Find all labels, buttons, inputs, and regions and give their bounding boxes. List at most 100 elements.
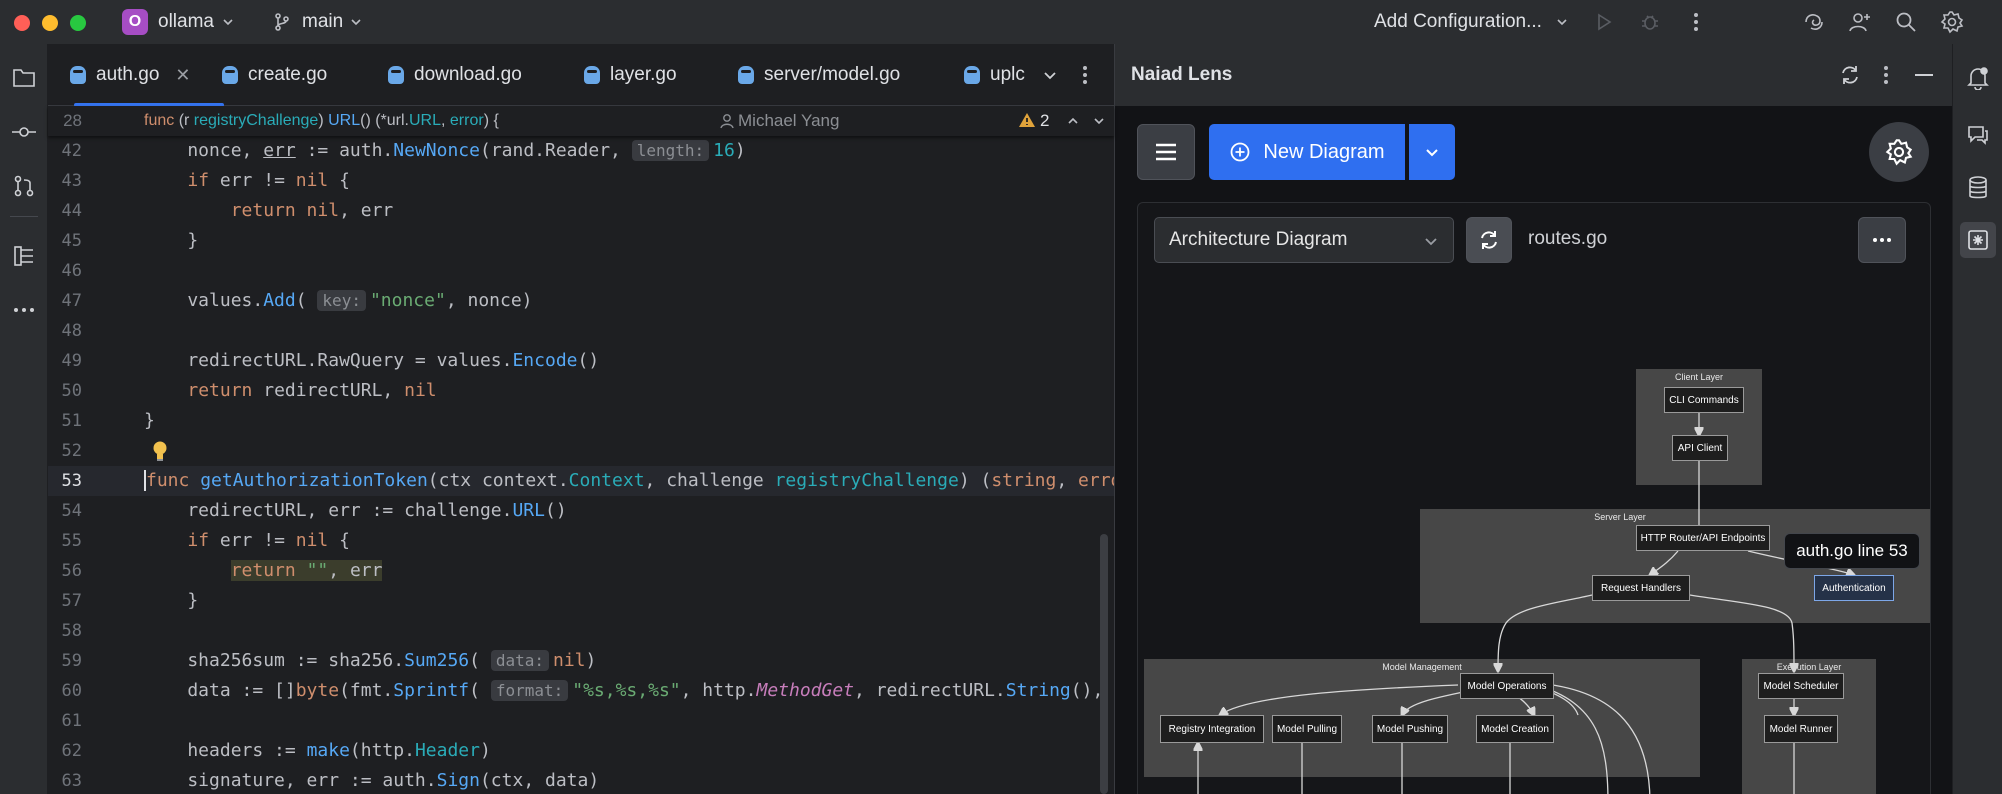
minimize-icon[interactable] bbox=[1915, 74, 1933, 76]
line-number: 45 bbox=[61, 231, 82, 251]
refresh-icon[interactable] bbox=[1839, 64, 1861, 91]
node-authentication[interactable]: Authentication bbox=[1814, 575, 1894, 601]
line-number: 50 bbox=[61, 381, 82, 401]
inlay-hint: data: bbox=[490, 650, 549, 671]
editor-scrollbar[interactable] bbox=[1100, 534, 1108, 794]
structure-icon[interactable] bbox=[8, 240, 40, 272]
tab-list-chevron-icon[interactable] bbox=[1042, 44, 1058, 106]
naiad-content: New Diagram Architecture Diagram routes.… bbox=[1115, 106, 1953, 794]
menu-button[interactable] bbox=[1137, 124, 1195, 180]
tab-label: create.go bbox=[248, 64, 328, 85]
code-row: 45 } bbox=[48, 226, 1114, 256]
node-api-client[interactable]: API Client bbox=[1672, 435, 1728, 461]
project-name[interactable]: ollama bbox=[158, 11, 214, 33]
naiad-lens-icon[interactable] bbox=[1960, 222, 1996, 258]
chevron-down-icon[interactable] bbox=[214, 8, 242, 36]
more-vertical-icon[interactable] bbox=[1082, 44, 1088, 106]
chevron-down-icon[interactable] bbox=[1548, 8, 1576, 36]
code-line: redirectURL, err := challenge.URL() bbox=[144, 500, 567, 521]
new-diagram-dropdown[interactable] bbox=[1409, 124, 1455, 180]
plus-circle-icon bbox=[1231, 142, 1250, 162]
node-model-pushing[interactable]: Model Pushing bbox=[1372, 715, 1448, 743]
line-number: 43 bbox=[61, 171, 82, 191]
node-model-pulling[interactable]: Model Pulling bbox=[1272, 715, 1342, 743]
node-registry-integration[interactable]: Registry Integration bbox=[1160, 715, 1264, 743]
settings-icon[interactable] bbox=[1938, 8, 1966, 36]
inlay-hint: length: bbox=[631, 140, 710, 161]
commit-icon[interactable] bbox=[8, 116, 40, 148]
left-tool-strip bbox=[0, 44, 48, 794]
chevron-up-icon[interactable] bbox=[1066, 114, 1080, 133]
notifications-icon[interactable] bbox=[1962, 62, 1994, 94]
lightbulb-icon[interactable] bbox=[152, 440, 168, 467]
go-file-icon bbox=[964, 66, 980, 84]
zoom-window-button[interactable] bbox=[70, 15, 86, 31]
node-request-handlers[interactable]: Request Handlers bbox=[1592, 575, 1690, 601]
code-line: redirectURL.RawQuery = values.Encode() bbox=[144, 350, 600, 371]
branch-icon bbox=[268, 8, 296, 36]
add-user-icon[interactable] bbox=[1846, 8, 1874, 36]
code-line: func getAuthorizationToken(ctx context.C… bbox=[144, 470, 1114, 491]
node-tooltip: auth.go line 53 bbox=[1784, 533, 1920, 569]
node-model-scheduler[interactable]: Model Scheduler bbox=[1758, 673, 1844, 699]
line-number: 59 bbox=[61, 651, 82, 671]
chevron-down-icon[interactable] bbox=[1092, 114, 1106, 133]
folder-icon[interactable] bbox=[8, 62, 40, 94]
project-badge[interactable]: O bbox=[122, 9, 148, 35]
code-line: signature, err := auth.Sign(ctx, data) bbox=[144, 770, 600, 791]
code-row: 46 bbox=[48, 256, 1114, 286]
close-window-button[interactable] bbox=[14, 15, 30, 31]
node-model-runner[interactable]: Model Runner bbox=[1764, 715, 1838, 743]
tab-label: uplc bbox=[990, 64, 1025, 85]
more-vertical-icon[interactable] bbox=[1682, 8, 1710, 36]
naiad-lens-panel: Naiad Lens New Diagram Architecture Diag… bbox=[1114, 44, 1953, 794]
tab-download-go[interactable]: download.go bbox=[388, 44, 522, 106]
code-line: data := []byte(fmt.Sprintf( format: "%s,%… bbox=[144, 680, 1104, 701]
tab-upload-go[interactable]: uplc bbox=[964, 44, 1025, 106]
code-author[interactable]: Michael Yang bbox=[738, 111, 839, 131]
tab-create-go[interactable]: create.go bbox=[222, 44, 327, 106]
tab-layer-go[interactable]: layer.go bbox=[584, 44, 677, 106]
node-model-creation[interactable]: Model Creation bbox=[1476, 715, 1554, 743]
close-tab-icon[interactable]: ✕ bbox=[175, 65, 190, 86]
tab-auth-go[interactable]: auth.go ✕ bbox=[70, 44, 224, 107]
code-row: 49 redirectURL.RawQuery = values.Encode(… bbox=[48, 346, 1114, 376]
author-icon bbox=[720, 113, 734, 134]
line-number: 60 bbox=[61, 681, 82, 701]
minimize-window-button[interactable] bbox=[42, 15, 58, 31]
new-diagram-button[interactable]: New Diagram bbox=[1209, 124, 1405, 180]
node-http-router[interactable]: HTTP Router/API Endpoints bbox=[1636, 525, 1770, 551]
diagram-card: Architecture Diagram routes.go Client La… bbox=[1137, 202, 1931, 794]
more-horizontal-icon[interactable] bbox=[8, 294, 40, 326]
run-configuration[interactable]: Add Configuration... bbox=[1374, 11, 1542, 33]
warning-count[interactable]: 2 bbox=[1040, 111, 1049, 131]
line-number: 57 bbox=[61, 591, 82, 611]
code-line: } bbox=[144, 230, 199, 251]
tab-label: download.go bbox=[414, 64, 522, 85]
branch-name[interactable]: main bbox=[302, 11, 343, 33]
tab-server-model-go[interactable]: server/model.go bbox=[738, 44, 900, 106]
go-file-icon bbox=[70, 66, 86, 84]
more-vertical-icon[interactable] bbox=[1883, 65, 1889, 90]
code-row: 59 sha256sum := sha256.Sum256( data: nil) bbox=[48, 646, 1114, 676]
naiad-settings-button[interactable] bbox=[1869, 122, 1929, 182]
node-cli-commands[interactable]: CLI Commands bbox=[1664, 387, 1744, 413]
warning-icon[interactable] bbox=[1018, 112, 1036, 133]
run-icon[interactable] bbox=[1590, 8, 1618, 36]
ai-chat-icon[interactable] bbox=[1962, 118, 1994, 150]
pull-requests-icon[interactable] bbox=[8, 170, 40, 202]
debug-icon[interactable] bbox=[1636, 8, 1664, 36]
database-icon[interactable] bbox=[1962, 172, 1994, 204]
node-model-operations[interactable]: Model Operations bbox=[1460, 673, 1554, 699]
chevron-down-icon[interactable] bbox=[342, 8, 370, 36]
code-area[interactable]: 42 nonce, err := auth.NewNonce(rand.Read… bbox=[48, 106, 1114, 794]
code-row: 50 return redirectURL, nil bbox=[48, 376, 1114, 406]
code-line: func (r registryChallenge) URL() (*url.U… bbox=[144, 112, 499, 129]
ai-assistant-icon[interactable] bbox=[1800, 8, 1828, 36]
code-line: if err != nil { bbox=[187, 530, 350, 551]
sticky-function-header[interactable]: 28 func (r registryChallenge) URL() (*ur… bbox=[48, 106, 1114, 136]
editor-tab-bar: auth.go ✕ create.go download.go layer.go… bbox=[48, 44, 1114, 107]
line-number: 42 bbox=[61, 141, 82, 161]
gear-icon bbox=[1885, 139, 1913, 166]
search-icon[interactable] bbox=[1892, 8, 1920, 36]
